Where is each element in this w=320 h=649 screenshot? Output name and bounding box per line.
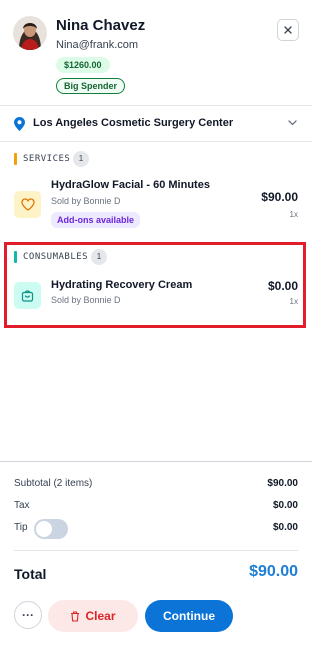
customer-name: Nina Chavez <box>56 17 146 34</box>
tax-label: Tax <box>14 500 30 511</box>
tip-toggle-knob <box>36 521 52 537</box>
services-section-title: SERVICES <box>23 154 71 164</box>
trash-icon <box>71 610 80 622</box>
close-icon <box>284 26 292 34</box>
continue-button-label: Continue <box>163 609 215 623</box>
close-button[interactable] <box>277 19 299 41</box>
more-options-button[interactable]: ··· <box>14 601 42 629</box>
service-item-name: HydraGlow Facial - 60 Minutes <box>51 179 210 191</box>
service-item-price: $90.00 <box>261 190 298 204</box>
clear-button[interactable]: Clear <box>48 600 138 632</box>
services-count-badge: 1 <box>73 151 89 167</box>
customer-email: Nina@frank.com <box>56 39 139 51</box>
service-sold-by: Sold by Bonnie D <box>51 196 121 206</box>
heart-icon <box>20 198 35 211</box>
customer-header: Nina Chavez Nina@frank.com $1260.00 Big … <box>0 0 312 106</box>
chevron-down-icon <box>288 120 297 126</box>
tip-value: $0.00 <box>272 522 298 533</box>
more-options-label: ··· <box>22 608 34 622</box>
addons-available-badge[interactable]: Add-ons available <box>51 212 141 228</box>
location-name: Los Angeles Cosmetic Surgery Center <box>33 117 234 129</box>
clear-button-label: Clear <box>85 609 116 623</box>
subtotal-value: $90.00 <box>267 478 298 489</box>
services-accent-bar <box>14 153 17 165</box>
customer-tag-badge: Big Spender <box>56 78 126 94</box>
tip-toggle[interactable] <box>34 519 68 539</box>
total-value: $90.00 <box>249 563 298 580</box>
continue-button[interactable]: Continue <box>145 600 233 632</box>
subtotal-label: Subtotal (2 items) <box>14 478 93 489</box>
service-item-qty: 1x <box>289 210 298 219</box>
avatar <box>13 16 47 50</box>
service-item-icon-box <box>14 191 41 218</box>
tax-value: $0.00 <box>272 500 298 511</box>
footer-divider <box>0 461 312 462</box>
tip-label: Tip <box>14 522 28 533</box>
location-selector[interactable]: Los Angeles Cosmetic Surgery Center <box>0 106 312 142</box>
total-divider <box>14 550 298 551</box>
location-pin-icon <box>14 117 25 131</box>
highlight-box <box>4 242 306 328</box>
total-label: Total <box>14 566 47 582</box>
balance-badge: $1260.00 <box>56 57 110 73</box>
